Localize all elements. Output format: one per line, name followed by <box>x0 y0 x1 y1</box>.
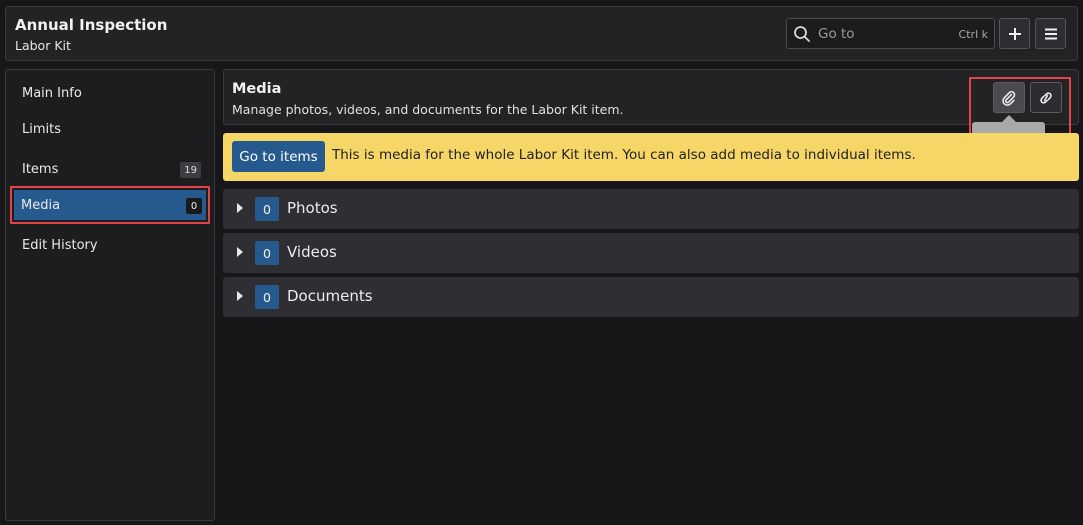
link-icon <box>1040 91 1052 104</box>
media-header: Media Manage photos, videos, and documen… <box>223 69 1079 125</box>
hamburger-menu-icon <box>1044 28 1057 39</box>
sidebar-item-label: Edit History <box>22 237 98 253</box>
photos-section-toggle[interactable]: 0 Photos <box>223 189 1079 229</box>
section-label: Documents <box>287 287 373 305</box>
upload-button[interactable] <box>993 82 1025 113</box>
sidebar-item-edit-history[interactable]: Edit History <box>15 230 205 260</box>
search-placeholder: Go to <box>818 26 855 42</box>
section-title: Media <box>232 81 282 97</box>
add-button[interactable] <box>999 18 1030 49</box>
sidebar-item-limits[interactable]: Limits <box>15 114 205 144</box>
page-title: Annual Inspection <box>15 16 168 34</box>
media-notice-banner: Go to items This is media for the whole … <box>223 133 1079 181</box>
documents-count-badge: 0 <box>255 285 279 309</box>
add-link-button[interactable] <box>1030 82 1062 113</box>
documents-section-toggle[interactable]: 0 Documents <box>223 277 1079 317</box>
page-subtitle: Labor Kit <box>15 38 71 53</box>
goto-search-input[interactable]: Go to Ctrl k <box>786 18 995 49</box>
caret-right-icon <box>237 203 243 213</box>
videos-section-toggle[interactable]: 0 Videos <box>223 233 1079 273</box>
go-to-items-button[interactable]: Go to items <box>232 141 325 172</box>
menu-button[interactable] <box>1035 18 1066 49</box>
notice-message: This is media for the whole Labor Kit it… <box>332 147 916 163</box>
sidebar-item-media[interactable]: Media 0 <box>14 190 206 220</box>
sidebar-item-label: Media <box>21 197 61 213</box>
section-label: Videos <box>287 243 337 261</box>
search-shortcut: Ctrl k <box>958 28 988 41</box>
photos-count-badge: 0 <box>255 197 279 221</box>
videos-count-badge: 0 <box>255 241 279 265</box>
media-count-badge: 0 <box>186 198 202 214</box>
sidebar-item-main-info[interactable]: Main Info <box>15 78 205 108</box>
plus-icon <box>1008 27 1021 40</box>
items-count-badge: 19 <box>180 162 201 178</box>
caret-right-icon <box>237 291 243 301</box>
search-icon <box>794 26 810 42</box>
top-header: Annual Inspection Labor Kit Go to Ctrl k <box>5 6 1078 61</box>
sidebar-item-label: Main Info <box>22 85 82 101</box>
sidebar-item-label: Items <box>22 161 59 177</box>
section-label: Photos <box>287 199 338 217</box>
sidebar: Main Info Limits Items 19 Media 0 Edit H… <box>5 69 215 521</box>
paperclip-icon <box>1002 90 1016 106</box>
section-description: Manage photos, videos, and documents for… <box>232 102 624 117</box>
sidebar-item-items[interactable]: Items 19 <box>15 154 205 184</box>
sidebar-item-label: Limits <box>22 121 61 137</box>
caret-right-icon <box>237 247 243 257</box>
